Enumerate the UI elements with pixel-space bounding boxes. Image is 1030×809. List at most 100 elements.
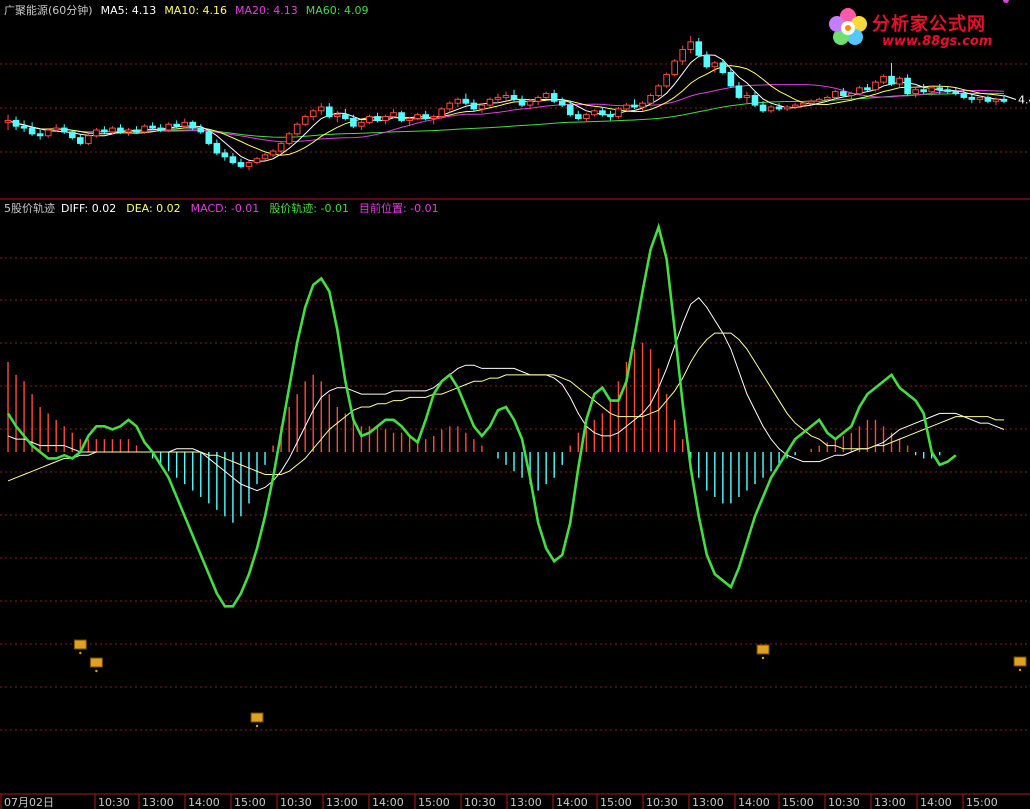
candle-body xyxy=(639,102,646,108)
candle-body xyxy=(68,131,76,139)
candle-body xyxy=(904,77,911,95)
candle-body xyxy=(398,112,405,121)
candle-body xyxy=(470,102,478,110)
candle-body xyxy=(952,91,960,95)
candle-body xyxy=(542,93,550,98)
candle-body xyxy=(558,100,566,106)
candle-body xyxy=(687,41,695,51)
candle-body xyxy=(334,114,341,118)
candle-body xyxy=(358,121,365,127)
signal-icon xyxy=(756,644,770,655)
x-tick-label: 15:00 xyxy=(966,796,998,809)
candle-body xyxy=(317,106,325,112)
candle-body xyxy=(759,104,767,112)
candle-body xyxy=(751,95,759,106)
candle-body xyxy=(261,154,269,160)
signal-icon xyxy=(89,657,103,668)
x-tick-label: 10:30 xyxy=(280,796,312,809)
signal-dot xyxy=(1018,668,1022,672)
x-tick-label: 13:00 xyxy=(326,796,358,809)
candle-body xyxy=(76,137,84,144)
candle-body xyxy=(671,60,678,75)
candle-body xyxy=(133,129,140,133)
candle-body xyxy=(406,118,413,121)
candle-body xyxy=(293,123,301,135)
candle-body xyxy=(101,129,108,133)
signal-dot xyxy=(255,724,259,728)
stock-title: 广聚能源(60分钟) xyxy=(4,3,93,17)
candle-body xyxy=(832,91,839,98)
candle-body xyxy=(526,100,534,106)
candle-body xyxy=(157,127,164,131)
candle-body xyxy=(719,62,727,74)
indicator-legend-4: 目前位置: -0.01 xyxy=(359,201,439,215)
candle-body xyxy=(631,104,638,108)
x-tick-label: 15:00 xyxy=(782,796,814,809)
candle-body xyxy=(655,85,662,97)
stock-chart[interactable]: 4.47 广聚能源(60分钟) MA5: 4.13 MA10: 4.16 MA20: 4… xyxy=(0,0,1030,809)
candle-body xyxy=(350,118,357,127)
x-tick-label: 14:00 xyxy=(372,796,404,809)
candle-body xyxy=(566,104,574,116)
candle-body xyxy=(888,75,895,85)
candle-body xyxy=(486,98,494,106)
candle-body xyxy=(864,87,871,91)
signal-dot xyxy=(95,669,98,673)
x-tick-label: 10:30 xyxy=(98,796,130,809)
candle-body xyxy=(277,142,285,152)
candle-body xyxy=(60,127,68,133)
candle-body xyxy=(462,98,470,104)
indicator-legend-1: DEA: 0.02 xyxy=(126,202,180,215)
candle-body xyxy=(181,121,189,127)
candle-body xyxy=(165,123,172,131)
x-tick-label: 14:00 xyxy=(188,796,220,809)
candle-body xyxy=(502,95,510,98)
x-tick-label: 15:00 xyxy=(418,796,450,809)
ma-legend-0: MA5: 4.13 xyxy=(101,4,157,17)
candle-body xyxy=(382,116,389,121)
candle-body xyxy=(109,127,116,133)
candle-body xyxy=(960,93,968,98)
candle-body xyxy=(872,81,879,91)
candle-body xyxy=(815,98,823,102)
x-tick-label: 15:00 xyxy=(600,796,632,809)
candle-body xyxy=(189,121,197,129)
candle-body xyxy=(880,75,887,83)
current-position-dot xyxy=(1002,0,1009,3)
candle-body xyxy=(936,87,944,91)
candle-body xyxy=(197,127,205,133)
x-tick-label: 13:00 xyxy=(510,796,542,809)
candle-body xyxy=(550,93,558,102)
candle-body xyxy=(767,106,775,112)
candle-body xyxy=(856,87,863,95)
x-tick-label: 07月02日 xyxy=(4,796,54,809)
candle-body xyxy=(205,131,213,144)
candle-body xyxy=(840,91,847,97)
ma-legend-1: MA10: 4.16 xyxy=(164,4,227,17)
candle-body xyxy=(574,114,582,120)
candle-body xyxy=(912,89,919,95)
candle-body xyxy=(374,116,381,121)
candle-body xyxy=(454,98,462,104)
x-tick-label: 10:30 xyxy=(464,796,496,809)
candle-body xyxy=(44,129,52,137)
candle-body xyxy=(245,162,253,167)
signal-dot xyxy=(761,656,765,660)
candle-body xyxy=(141,125,148,133)
high-label: 4.47 xyxy=(1018,94,1030,107)
candle-body xyxy=(599,110,606,116)
candle-body xyxy=(309,110,317,118)
candle-body xyxy=(823,96,831,100)
candle-body xyxy=(325,106,333,118)
signal-icon xyxy=(250,712,264,723)
candle-body xyxy=(494,96,502,100)
signal-icon xyxy=(73,639,87,650)
x-tick-label: 14:00 xyxy=(738,796,770,809)
candle-body xyxy=(36,133,44,137)
candle-body xyxy=(984,96,992,102)
candle-body xyxy=(117,127,124,133)
candle-body xyxy=(848,93,855,97)
x-tick-label: 13:00 xyxy=(692,796,724,809)
candle-body xyxy=(743,95,751,98)
candle-body xyxy=(253,158,261,164)
